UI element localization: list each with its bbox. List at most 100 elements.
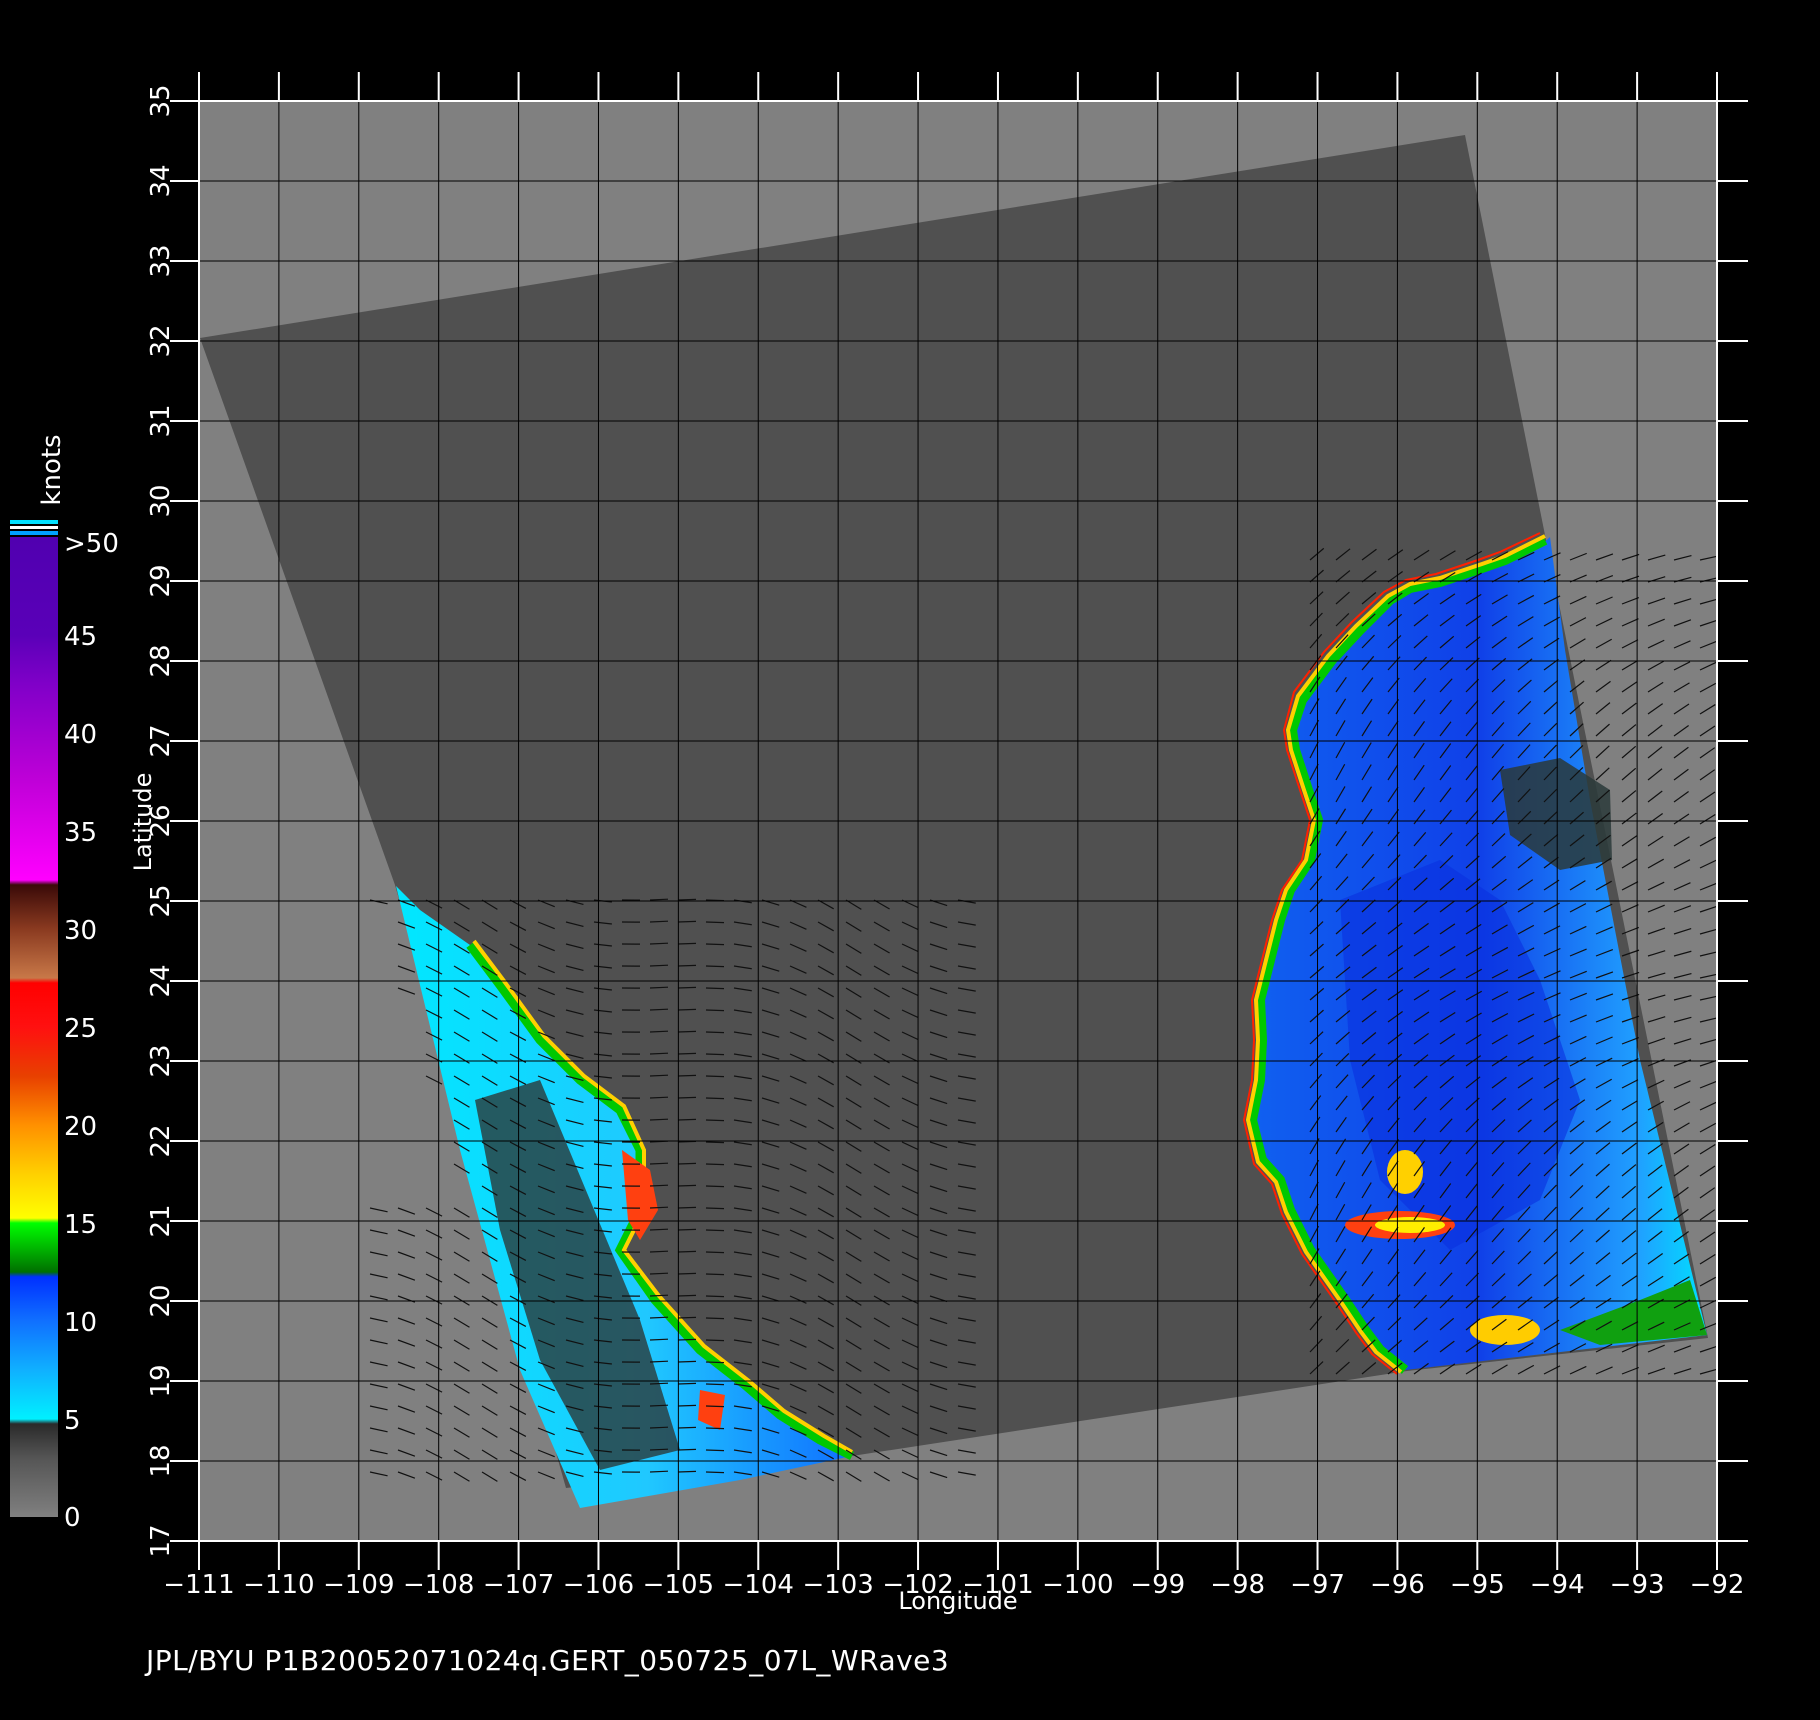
colorbar-label: 25 [64,1014,97,1044]
wind-vector [677,1162,697,1165]
lat-tick-label: 33 [146,244,176,277]
wind-vector [649,1338,669,1341]
wind-vector [705,1031,725,1034]
wind-vector [705,1075,725,1078]
wind-vector [705,1185,725,1188]
lon-tick-label: −109 [323,1570,394,1600]
lon-tick-label: −103 [802,1570,873,1600]
wind-vector [677,1272,697,1275]
wind-vector [677,1030,697,1033]
wind-vector [649,898,669,901]
lon-tick-label: −92 [1690,1570,1745,1600]
lat-tick-label: 17 [146,1524,176,1557]
wind-vector [705,1053,725,1056]
lat-tick-label: 32 [146,324,176,357]
wind-vector [677,964,697,967]
colorbar-label: 20 [64,1112,97,1142]
wind-vector [649,1052,669,1055]
colorbar: knots 0 5 10 15 20 25 30 35 40 45 >50 [10,434,119,1533]
colorbar-label: 0 [64,1503,81,1533]
lon-tick-label: −96 [1370,1570,1425,1600]
colorbar-top-stripe-3 [10,531,58,535]
wind-vector [705,1471,725,1474]
wind-vector [649,942,669,945]
wind-vector [705,965,725,968]
lat-tick-label: 27 [146,724,176,757]
wind-vector [649,1030,669,1033]
lat-tick-label: 23 [146,1044,176,1077]
wind-vector [677,1096,697,1099]
wind-vector [677,1184,697,1187]
wind-vector [649,1360,669,1363]
high-wind-feature-4 [1470,1315,1540,1345]
wind-map: −111 −110 −109 −108 −107 −106 −105 −104 −103 −102… [10,72,1748,1615]
wind-vector [649,1206,669,1209]
wind-vector [649,1316,669,1319]
wind-vector [705,1383,725,1386]
wind-vector [649,1008,669,1011]
wind-vector [677,1008,697,1011]
wind-vector [705,1361,725,1364]
wind-vector [705,1229,725,1232]
wind-vector [677,1426,697,1429]
wind-vector [649,1228,669,1231]
wind-vector [649,1272,669,1275]
wind-vector [677,1316,697,1319]
colorbar-gradient [10,537,58,1517]
wind-vector [677,1228,697,1231]
colorbar-top-stripe-1 [10,520,58,524]
wind-vector [649,1294,669,1297]
lat-tick-label: 35 [146,84,176,117]
lat-tick-label: 18 [146,1444,176,1477]
lon-tick-label: −108 [403,1570,474,1600]
lat-tick-label: 29 [146,564,176,597]
wind-vector [705,1295,725,1298]
x-axis-title: Longitude [898,1587,1017,1615]
wind-vector [677,1404,697,1407]
wind-vector [649,920,669,923]
lon-tick-label: −111 [163,1570,234,1600]
colorbar-label: >50 [64,529,119,559]
product-id-footer: JPL/BYU P1B20052071024q.GERT_050725_07L_… [146,1644,950,1677]
lat-tick-label: 30 [146,484,176,517]
wind-vector [705,1009,725,1012]
wind-vector [677,1360,697,1363]
wind-vector [649,1448,669,1451]
wind-vector [649,1118,669,1121]
wind-vector [705,987,725,990]
lon-tick-label: −94 [1530,1570,1585,1600]
wind-vector [677,1338,697,1341]
wind-vector [649,986,669,989]
wind-vector [705,1163,725,1166]
y-axis-title: Latitude [129,773,157,872]
wind-vector [649,1096,669,1099]
wind-vector [705,1119,725,1122]
lon-tick-label: −110 [243,1570,314,1600]
wind-vector [705,1339,725,1342]
wind-vector [677,1294,697,1297]
colorbar-label: 45 [64,622,97,652]
wind-vector [677,1118,697,1121]
wind-vector [649,1162,669,1165]
wind-vector [677,1382,697,1385]
wind-vector [677,898,697,901]
lon-tick-label: −106 [563,1570,634,1600]
wind-vector [705,1273,725,1276]
wind-vector [649,964,669,967]
wind-vector [677,942,697,945]
lat-tick-label: 25 [146,884,176,917]
lon-tick-label: −104 [723,1570,794,1600]
lon-tick-label: −105 [643,1570,714,1600]
lat-tick-label: 31 [146,404,176,437]
lon-tick-label: −93 [1610,1570,1665,1600]
wind-vector [705,1251,725,1254]
lat-tick-label: 34 [146,164,176,197]
colorbar-label: 40 [64,720,97,750]
wind-vector [649,1250,669,1253]
colorbar-tick-labels: 0 5 10 15 20 25 30 35 40 45 >50 [64,529,119,1533]
wind-vector [677,1448,697,1451]
lon-tick-label: −98 [1210,1570,1265,1600]
wind-vector [705,1207,725,1210]
wind-vector [705,1449,725,1452]
wind-vector [677,1052,697,1055]
